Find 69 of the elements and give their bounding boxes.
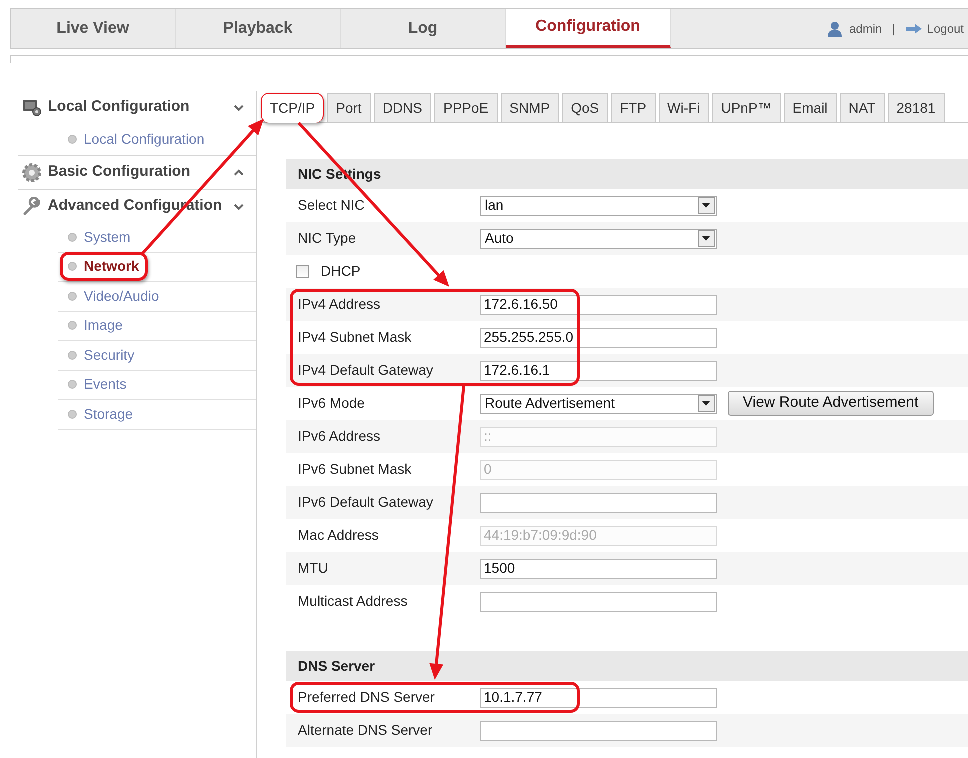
tab[interactable]: Email [784, 93, 837, 122]
bullet-icon [68, 262, 77, 272]
field-label: Multicast Address [298, 592, 409, 611]
text-field[interactable]: 172.6.16.50 [480, 294, 717, 314]
field-label: Select NIC [298, 196, 366, 215]
field-label: IPv6 Mode [298, 394, 366, 413]
field-label: IPv4 Default Gateway [298, 361, 434, 380]
sidebar-item[interactable]: Local Configuration [60, 125, 214, 154]
user-icon [827, 20, 844, 36]
field-label: NIC Type [298, 229, 358, 248]
sidebar-item[interactable]: Network [60, 252, 148, 282]
nav-tab[interactable]: Playback [176, 9, 341, 48]
monitor-gear-icon [22, 98, 42, 118]
separator: | [892, 20, 896, 38]
sidebar-item[interactable]: Events [60, 370, 136, 400]
dropdown[interactable]: Auto [480, 228, 717, 248]
nav-tab[interactable]: Configuration [506, 9, 671, 48]
text-field[interactable] [480, 720, 717, 740]
sidebar-item[interactable]: Image [60, 311, 132, 340]
bullet-icon [68, 232, 77, 242]
text-field[interactable]: 1500 [480, 558, 717, 578]
sidebar-item[interactable]: System [60, 222, 140, 252]
dropdown[interactable]: Route Advertisement [480, 394, 717, 414]
text-field[interactable] [480, 592, 717, 612]
gear-icon [22, 162, 42, 182]
text-field[interactable]: 255.255.255.0 [480, 328, 717, 348]
sidebar-group[interactable]: Local Configuration [18, 91, 256, 124]
text-field[interactable] [480, 492, 717, 512]
bullet-icon [68, 350, 77, 360]
view-route-button[interactable]: View Route Advertisement [728, 391, 934, 416]
bullet-icon [68, 292, 77, 301]
sidebar-item[interactable]: Security [60, 340, 144, 370]
logout-link[interactable]: Logout [905, 20, 964, 38]
sidebar-item[interactable]: Video/Audio [60, 282, 168, 311]
wrench-icon [22, 196, 42, 216]
tab[interactable]: QoS [562, 93, 608, 122]
tab[interactable]: TCP/IP [261, 93, 324, 123]
tab[interactable]: PPPoE [434, 93, 498, 122]
field-label: MTU [298, 559, 330, 578]
tab[interactable]: FTP [611, 93, 656, 122]
field-label: Mac Address [298, 526, 380, 545]
field-label: Alternate DNS Server [298, 721, 434, 740]
field-label: DHCP [321, 262, 361, 281]
field-label: IPv4 Address [298, 295, 382, 314]
tab[interactable]: NAT [840, 93, 885, 122]
nav-tab[interactable]: Live View [11, 9, 176, 48]
sidebar-item[interactable]: Storage [60, 400, 142, 429]
tab[interactable]: DDNS [374, 93, 432, 122]
tab[interactable]: 28181 [888, 93, 945, 122]
field-label: IPv4 Subnet Mask [298, 328, 413, 347]
dropdown[interactable]: lan [480, 196, 717, 216]
field-label: IPv6 Subnet Mask [298, 460, 413, 479]
tab[interactable]: SNMP [500, 93, 560, 122]
bullet-icon [68, 380, 77, 390]
text-field[interactable]: 172.6.16.1 [480, 360, 717, 380]
tab[interactable]: UPnP™ [712, 93, 781, 122]
username: admin [849, 20, 882, 38]
tab[interactable]: Port [327, 93, 371, 122]
bullet-icon [68, 135, 77, 144]
tab[interactable]: Wi-Fi [658, 93, 710, 122]
field-label: IPv6 Address [298, 427, 382, 446]
checkbox[interactable] [296, 265, 309, 278]
bullet-icon [68, 410, 77, 419]
sidebar-group[interactable]: Basic Configuration [18, 156, 256, 189]
bullet-icon [68, 321, 77, 330]
text-field[interactable]: 10.1.7.77 [480, 688, 717, 708]
field-label: Preferred DNS Server [298, 688, 436, 707]
section-header: DNS Server [286, 651, 968, 681]
field-label: IPv6 Default Gateway [298, 493, 434, 512]
